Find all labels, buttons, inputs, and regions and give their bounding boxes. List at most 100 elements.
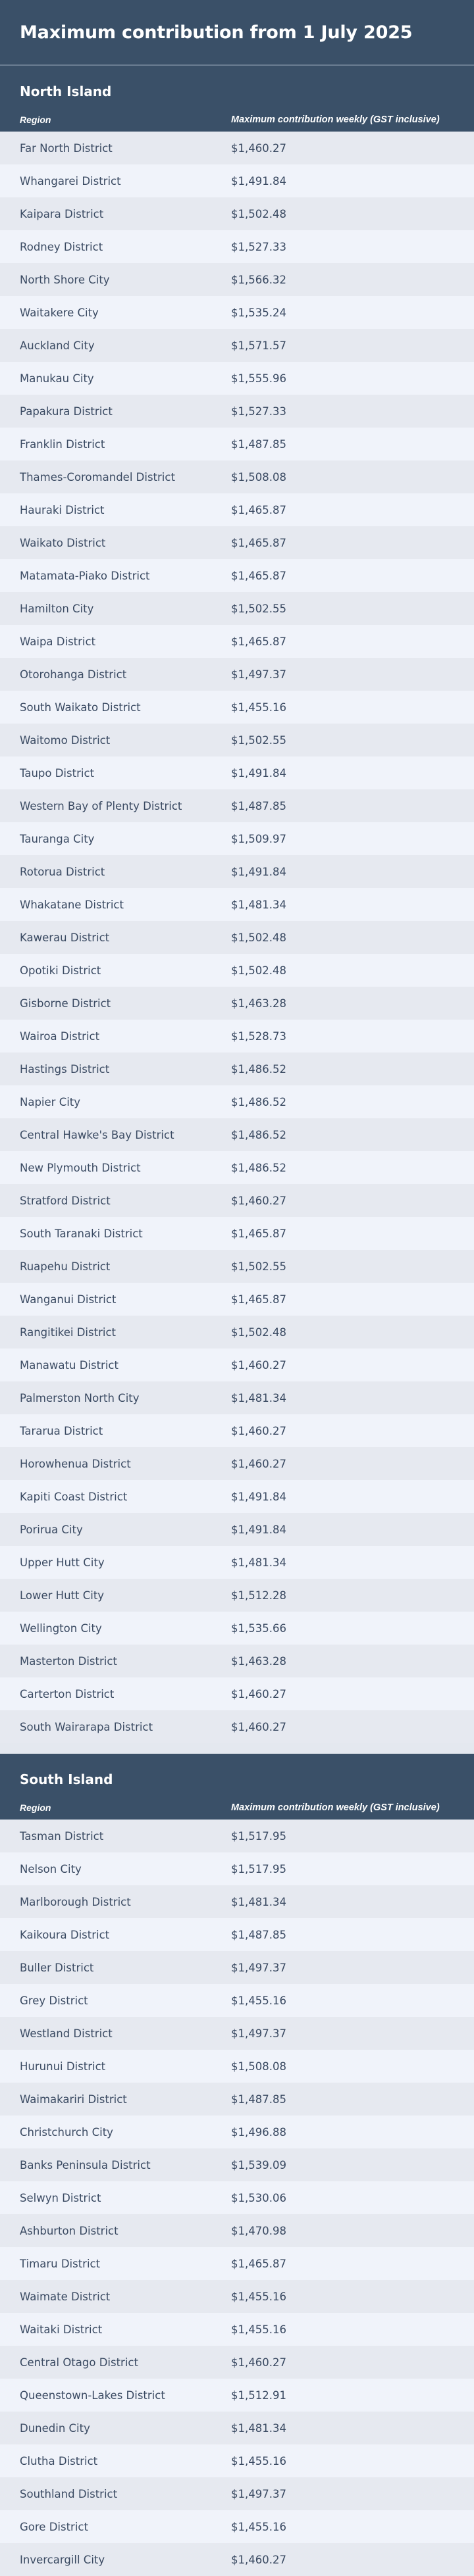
region-name: South Taranaki District — [20, 1227, 143, 1240]
table-row: Clutha District $1,455.16 — [0, 2444, 474, 2477]
contribution-amount: $1,460.27 — [231, 1194, 286, 1207]
contribution-amount: $1,455.16 — [231, 2323, 286, 2336]
page-title: Maximum contribution from 1 July 2025 — [20, 22, 413, 43]
contribution-amount: $1,486.52 — [231, 1128, 286, 1141]
region-name: Waitaki District — [20, 2323, 103, 2336]
column-header-contribution: Maximum contribution weekly (GST inclusi… — [231, 1802, 440, 1813]
contribution-amount: $1,460.27 — [231, 1358, 286, 1372]
contribution-amount: $1,517.95 — [231, 1862, 286, 1875]
contribution-amount: $1,463.28 — [231, 1654, 286, 1668]
region-name: Timaru District — [20, 2257, 101, 2270]
table-row: Waikato District $1,465.87 — [0, 526, 474, 559]
contribution-amount: $1,491.84 — [231, 1490, 286, 1503]
region-name: Kawerau District — [20, 931, 110, 944]
contribution-amount: $1,502.55 — [231, 1260, 286, 1273]
table-row: Westland District $1,497.37 — [0, 2017, 474, 2050]
table-row: Southland District $1,497.37 — [0, 2477, 474, 2510]
region-name: South Wairarapa District — [20, 1720, 153, 1733]
region-name: Kapiti Coast District — [20, 1490, 128, 1503]
table-row: Auckland City $1,571.57 — [0, 329, 474, 362]
contribution-amount: $1,508.08 — [231, 2060, 286, 2073]
table-row: Buller District $1,497.37 — [0, 1951, 474, 1984]
table-row: Western Bay of Plenty District $1,487.85 — [0, 789, 474, 822]
table-row: Kaipara District $1,502.48 — [0, 197, 474, 230]
table-row: Horowhenua District $1,460.27 — [0, 1447, 474, 1480]
table-row: South Wairarapa District $1,460.27 — [0, 1710, 474, 1743]
region-name: Christchurch City — [20, 2125, 113, 2139]
contribution-amount: $1,465.87 — [231, 536, 286, 549]
table-row: Napier City $1,486.52 — [0, 1085, 474, 1118]
region-name: Wairoa District — [20, 1029, 100, 1043]
table-row: Manawatu District $1,460.27 — [0, 1349, 474, 1381]
contribution-amount: $1,460.27 — [231, 1720, 286, 1733]
table-row: Rodney District $1,527.33 — [0, 230, 474, 263]
region-name: Grey District — [20, 1994, 88, 2007]
contribution-amount: $1,491.84 — [231, 865, 286, 878]
table-row: Gore District $1,455.16 — [0, 2510, 474, 2543]
region-name: Stratford District — [20, 1194, 111, 1207]
contribution-amount: $1,486.52 — [231, 1161, 286, 1174]
region-name: Ruapehu District — [20, 1260, 111, 1273]
contribution-amount: $1,481.34 — [231, 2421, 286, 2435]
table-row: Waimakariri District $1,487.85 — [0, 2083, 474, 2116]
region-name: Gore District — [20, 2520, 88, 2533]
region-name: Carterton District — [20, 1687, 115, 1700]
contribution-amount: $1,502.48 — [231, 931, 286, 944]
region-name: Tasman District — [20, 1829, 104, 1843]
contribution-amount: $1,555.96 — [231, 372, 286, 385]
region-name: Whangarei District — [20, 174, 121, 187]
region-name: Otorohanga District — [20, 668, 127, 681]
contribution-amount: $1,502.48 — [231, 207, 286, 220]
contribution-amount: $1,486.52 — [231, 1095, 286, 1108]
table-row: South Taranaki District $1,465.87 — [0, 1217, 474, 1250]
region-name: Taupo District — [20, 766, 94, 780]
region-name: Far North District — [20, 141, 113, 155]
contribution-amount: $1,463.28 — [231, 997, 286, 1010]
region-name: Napier City — [20, 1095, 81, 1108]
table-row: Queenstown-Lakes District $1,512.91 — [0, 2379, 474, 2412]
contribution-amount: $1,481.34 — [231, 898, 286, 911]
region-name: Kaipara District — [20, 207, 104, 220]
region-name: Auckland City — [20, 339, 95, 352]
contribution-amount: $1,470.98 — [231, 2224, 286, 2237]
column-header-region: Region — [20, 1802, 51, 1813]
contribution-amount: $1,502.55 — [231, 602, 286, 615]
contribution-amount: $1,481.34 — [231, 1556, 286, 1569]
table-row: Timaru District $1,465.87 — [0, 2247, 474, 2280]
table-row: Christchurch City $1,496.88 — [0, 2116, 474, 2148]
contribution-amount: $1,481.34 — [231, 1391, 286, 1404]
contribution-amount: $1,496.88 — [231, 2125, 286, 2139]
table-row: Ruapehu District $1,502.55 — [0, 1250, 474, 1283]
region-name: Thames-Coromandel District — [20, 470, 175, 483]
contribution-amount: $1,487.85 — [231, 799, 286, 812]
contribution-amount: $1,465.87 — [231, 569, 286, 582]
table-row: Palmerston North City $1,481.34 — [0, 1381, 474, 1414]
table-row: Nelson City $1,517.95 — [0, 1852, 474, 1885]
section-header: South Island Region Maximum contribution w… — [0, 1754, 474, 1820]
contribution-amount: $1,455.16 — [231, 2454, 286, 2467]
table-row: Papakura District $1,527.33 — [0, 395, 474, 428]
contribution-amount: $1,455.16 — [231, 701, 286, 714]
table-row: Carterton District $1,460.27 — [0, 1677, 474, 1710]
region-name: Westland District — [20, 2027, 113, 2040]
region-name: Hamilton City — [20, 602, 94, 615]
column-header-region: Region — [20, 114, 51, 125]
contribution-amount: $1,455.16 — [231, 1994, 286, 2007]
contribution-amount: $1,491.84 — [231, 174, 286, 187]
table-body: Tasman District $1,517.95 Nelson City $1,51… — [0, 1820, 474, 2576]
contribution-amount: $1,527.33 — [231, 240, 286, 253]
contribution-amount: $1,481.34 — [231, 1895, 286, 1908]
table-row: Kapiti Coast District $1,491.84 — [0, 1480, 474, 1513]
contribution-amount: $1,530.06 — [231, 2191, 286, 2204]
contribution-amount: $1,465.87 — [231, 1293, 286, 1306]
table-row: Rangitikei District $1,502.48 — [0, 1316, 474, 1349]
table-row: Gisborne District $1,463.28 — [0, 987, 474, 1020]
region-name: South Waikato District — [20, 701, 141, 714]
table-row: Tasman District $1,517.95 — [0, 1820, 474, 1852]
table-row: Grey District $1,455.16 — [0, 1984, 474, 2017]
region-name: Waimate District — [20, 2290, 111, 2303]
table-row: Banks Peninsula District $1,539.09 — [0, 2148, 474, 2181]
region-name: Wellington City — [20, 1622, 102, 1635]
table-row: Upper Hutt City $1,481.34 — [0, 1546, 474, 1579]
table-row: Hastings District $1,486.52 — [0, 1053, 474, 1085]
